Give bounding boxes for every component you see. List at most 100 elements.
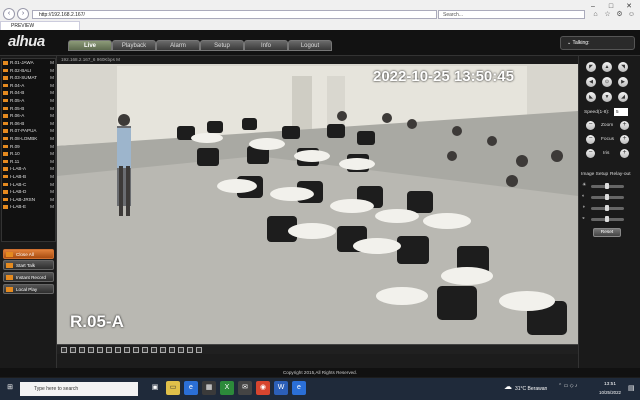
zoom-in-button[interactable]: +	[620, 121, 629, 130]
tab-relay-out[interactable]: Relay-out	[610, 172, 631, 177]
prev-page-icon[interactable]	[187, 347, 193, 353]
layout-9-icon[interactable]	[79, 347, 85, 353]
stream-type-badge[interactable]: M	[50, 67, 54, 75]
stream-type-badge[interactable]: M	[50, 105, 54, 113]
forward-icon[interactable]: ›	[17, 8, 29, 20]
store-icon[interactable]: ▦	[202, 381, 216, 395]
hue-slider-knob[interactable]	[605, 205, 609, 211]
stream-type-badge[interactable]: M	[50, 165, 54, 173]
stream-type-badge[interactable]: M	[50, 89, 54, 97]
stream-type-badge[interactable]: M	[50, 127, 54, 135]
favorites-icon[interactable]: ☆	[603, 10, 612, 19]
stream-type-badge[interactable]: M	[50, 181, 54, 189]
ie-icon[interactable]: e	[292, 381, 306, 395]
word-icon[interactable]: W	[274, 381, 288, 395]
focus-near-button[interactable]: −	[586, 135, 595, 144]
fullscreen-icon[interactable]	[115, 347, 121, 353]
stream-type-badge[interactable]: M	[50, 135, 54, 143]
iris-open-button[interactable]: +	[620, 149, 629, 158]
ptz-left-icon[interactable]: ◀	[586, 77, 596, 87]
stream-type-badge[interactable]: M	[50, 97, 54, 105]
stream-type-badge[interactable]: M	[50, 188, 54, 196]
file-explorer-icon[interactable]: ▭	[166, 381, 180, 395]
tab-logout[interactable]: Logout	[288, 40, 332, 51]
tab-alarm[interactable]: Alarm	[156, 40, 200, 51]
home-icon[interactable]: ⌂	[591, 10, 600, 19]
layout-25-icon[interactable]	[97, 347, 103, 353]
video-viewport[interactable]: 192.168.2.167_6 960Kbps M 2022-10-25 13:…	[57, 56, 578, 344]
camera-list-item[interactable]: R.01-JAWA M	[2, 59, 55, 67]
tray-icons[interactable]: ⌃ ▭ ◇ ♪	[558, 383, 577, 389]
reset-button[interactable]: Reset	[593, 228, 621, 237]
camera-list-item[interactable]: R.09 M	[2, 143, 55, 151]
camera-list-item[interactable]: R.06-A M	[2, 112, 55, 120]
zoom-digital-icon[interactable]	[151, 347, 157, 353]
zoom-out-button[interactable]: −	[586, 121, 595, 130]
ptz-down-icon[interactable]: ▼	[602, 92, 612, 102]
notification-icon[interactable]: ▤	[628, 384, 635, 392]
ptz-center-icon[interactable]: ⊙	[602, 77, 612, 87]
camera-list[interactable]: R.01-JAWA M R.02-BALI M R.03-SUMAT M R.04-A M R.…	[1, 58, 56, 242]
camera-list-item[interactable]: I-LAB-C M	[2, 181, 55, 189]
camera-list-item[interactable]: I-LAB-D M	[2, 188, 55, 196]
layout-16-icon[interactable]	[88, 347, 94, 353]
stream-type-badge[interactable]: M	[50, 203, 54, 211]
ptz-right-icon[interactable]: ▶	[618, 77, 628, 87]
camera-list-item[interactable]: R.10 M	[2, 150, 55, 158]
tab-image-setup[interactable]: Image Setup	[581, 172, 608, 177]
camera-list-item[interactable]: I-LAB-JRSN M	[2, 196, 55, 204]
task-view-icon[interactable]: ▣	[148, 381, 162, 395]
ptz-up-right-icon[interactable]: ◥	[618, 62, 628, 72]
ptz-up-left-icon[interactable]: ◤	[586, 62, 596, 72]
layout-4-icon[interactable]	[70, 347, 76, 353]
stream-type-badge[interactable]: M	[50, 150, 54, 158]
tab-info[interactable]: Info	[244, 40, 288, 51]
camera-list-item[interactable]: R.08-LOMBK M	[2, 135, 55, 143]
smiley-icon[interactable]: ☺	[627, 10, 636, 19]
snapshot-icon[interactable]	[124, 347, 130, 353]
settings-icon[interactable]: ⚙	[615, 10, 624, 19]
stream-type-badge[interactable]: M	[50, 120, 54, 128]
layout-1-icon[interactable]	[61, 347, 67, 353]
stream-select-icon[interactable]	[160, 347, 166, 353]
taskbar-search-input[interactable]: Type here to search	[20, 382, 138, 396]
ptz-up-icon[interactable]: ▲	[602, 62, 612, 72]
next-page-icon[interactable]	[196, 347, 202, 353]
speed-select[interactable]: 5	[614, 108, 628, 116]
browser-tab[interactable]: PREVIEW	[0, 21, 80, 30]
camera-list-item[interactable]: R.11 M	[2, 158, 55, 166]
stream-type-badge[interactable]: M	[50, 59, 54, 67]
focus-far-button[interactable]: +	[620, 135, 629, 144]
windows-start-icon[interactable]: ⊞	[3, 381, 17, 395]
local-play-button[interactable]: Local Play	[3, 284, 54, 294]
stream-type-badge[interactable]: M	[50, 82, 54, 90]
tab-setup[interactable]: Setup	[200, 40, 244, 51]
camera-list-item[interactable]: R.05-B M	[2, 105, 55, 113]
camera-list-item[interactable]: I-LAB-E M	[2, 203, 55, 211]
mail-icon[interactable]: ✉	[238, 381, 252, 395]
audio-icon[interactable]	[142, 347, 148, 353]
ptz-down-right-icon[interactable]: ◢	[618, 92, 628, 102]
camera-list-item[interactable]: R.06-B M	[2, 120, 55, 128]
edge-icon[interactable]: e	[184, 381, 198, 395]
camera-list-item[interactable]: R.05-A M	[2, 97, 55, 105]
excel-icon[interactable]: X	[220, 381, 234, 395]
saturation-slider-knob[interactable]	[605, 216, 609, 222]
stream-type-badge[interactable]: M	[50, 158, 54, 166]
stream-type-badge[interactable]: M	[50, 74, 54, 82]
camera-list-item[interactable]: R.03-SUMAT M	[2, 74, 55, 82]
tab-playback[interactable]: Playback	[112, 40, 156, 51]
layout-36-icon[interactable]	[106, 347, 112, 353]
contrast-slider-knob[interactable]	[605, 194, 609, 200]
back-icon[interactable]: ‹	[3, 8, 15, 20]
browser-search-input[interactable]: Search...	[438, 10, 585, 19]
clock-date[interactable]: 10/25/2022	[594, 390, 626, 395]
stream-type-badge[interactable]: M	[50, 112, 54, 120]
camera-list-item[interactable]: R.02-BALI M	[2, 67, 55, 75]
instant-record-button[interactable]: Instant Record	[3, 272, 54, 282]
address-bar[interactable]: http://192.168.2.167/	[32, 10, 437, 19]
weather-text[interactable]: 31°C Berawan	[515, 386, 547, 392]
brightness-slider-knob[interactable]	[605, 183, 609, 189]
stream-type-badge[interactable]: M	[50, 173, 54, 181]
ptz-down-left-icon[interactable]: ◣	[586, 92, 596, 102]
